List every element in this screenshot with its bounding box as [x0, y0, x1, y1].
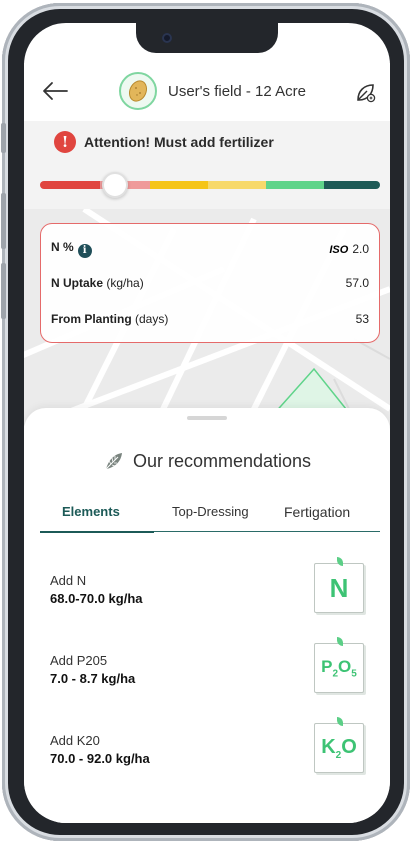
leaf-icon	[337, 637, 343, 646]
recommendations-title: Our recommendations	[132, 450, 312, 471]
back-button[interactable]	[40, 79, 70, 103]
from-planting-value: 53	[355, 312, 369, 326]
app-screen: User's field - 12 Acre ! Attention! Must…	[24, 23, 390, 823]
tab-top-dressing[interactable]: Top-Dressing	[172, 504, 249, 519]
from-planting-label: From Planting	[51, 312, 132, 326]
tab-elements[interactable]: Elements	[62, 504, 120, 519]
app-header: User's field - 12 Acre	[24, 63, 390, 121]
alert-circle-icon: !	[54, 131, 76, 153]
recommendation-item-p2o5[interactable]: Add P205 7.0 - 8.7 kg/ha P2O5	[50, 637, 370, 713]
recommendations-header: Our recommendations	[24, 450, 390, 472]
potash-chip-icon: K2O	[314, 717, 364, 773]
volume-down-button	[1, 263, 6, 319]
n-uptake-label: N Uptake	[51, 276, 104, 290]
rec-label-k2o: Add K20	[50, 733, 100, 748]
sheet-drag-handle[interactable]	[187, 416, 227, 420]
n-percent-value: 2.0	[352, 241, 369, 256]
info-icon[interactable]: i	[77, 243, 92, 258]
recommendation-tabs: Elements Top-Dressing Fertigation	[40, 498, 380, 533]
n-uptake-unit: (kg/ha)	[103, 276, 144, 290]
scale-segment-yellow	[150, 181, 208, 189]
iso-badge: ISO	[329, 243, 349, 256]
status-band: ! Attention! Must add fertilizer	[24, 121, 390, 209]
active-tab-indicator	[40, 530, 154, 533]
rec-label-n: Add N	[50, 573, 87, 588]
from-planting-label-wrap: From Planting (days)	[51, 312, 168, 326]
chip-symbol-n: N	[329, 572, 349, 603]
chip-k-o: O	[341, 735, 357, 758]
volume-up-button	[1, 193, 6, 249]
front-camera	[162, 33, 172, 43]
from-planting-unit: (days)	[131, 312, 169, 326]
scale-segment-red	[40, 181, 100, 189]
recommendation-item-n[interactable]: Add N 68.0-70.0 kg/ha N	[50, 557, 370, 633]
chip-o: O	[338, 656, 352, 676]
info-row-n-uptake: N Uptake (kg/ha) 57.0	[51, 276, 369, 290]
leaf-icon	[337, 557, 343, 566]
chip-symbol-k2o: K2O	[321, 736, 357, 761]
chip-k: K	[321, 735, 336, 758]
rec-label-p2o5: Add P205	[50, 653, 108, 668]
scale-segment-light-yellow	[208, 181, 266, 189]
scale-segment-dark-green	[324, 181, 380, 189]
chip-symbol-p2o5: P2O5	[321, 657, 357, 679]
n-percent-label-wrap: N % i	[51, 240, 92, 258]
nitrogen-chip-icon: N	[314, 557, 364, 613]
leaf-edit-icon	[357, 84, 376, 103]
info-row-n-percent: N % i ISO 2.0	[51, 240, 369, 258]
attention-text: Attention! Must add fertilizer	[84, 134, 274, 150]
notch	[136, 23, 278, 53]
chip-o-sub: 5	[351, 668, 357, 680]
scale-segment-green	[266, 181, 324, 189]
nitrogen-info-card: N % i ISO 2.0 N Uptake (kg/ha) 57.0 From P…	[40, 223, 380, 343]
rec-value-p2o5: 7.0 - 8.7 kg/ha	[50, 671, 136, 686]
n-percent-value-wrap: ISO 2.0	[329, 242, 369, 256]
n-percent-label: N %	[51, 240, 74, 254]
n-uptake-label-wrap: N Uptake (kg/ha)	[51, 276, 144, 290]
rec-value-k2o: 70.0 - 92.0 kg/ha	[50, 751, 150, 766]
potato-icon	[128, 80, 148, 102]
arrow-left-icon	[43, 82, 68, 100]
attention-banner: ! Attention! Must add fertilizer	[54, 131, 274, 153]
phone-frame: User's field - 12 Acre ! Attention! Must…	[1, 3, 410, 841]
chip-p: P	[321, 656, 333, 676]
field-settings-button[interactable]	[354, 81, 378, 105]
mute-switch	[1, 123, 6, 153]
nitrogen-scale	[40, 181, 380, 189]
phosphate-chip-icon: P2O5	[314, 637, 364, 693]
field-title[interactable]: User's field - 12 Acre	[168, 83, 306, 100]
crop-avatar[interactable]	[119, 72, 157, 110]
feather-leaf-icon	[105, 453, 122, 470]
tab-fertigation[interactable]: Fertigation	[284, 504, 350, 520]
leaf-icon	[337, 717, 343, 726]
n-uptake-value: 57.0	[345, 276, 369, 290]
recommendation-item-k2o[interactable]: Add K20 70.0 - 92.0 kg/ha K2O	[50, 717, 370, 793]
rec-value-n: 68.0-70.0 kg/ha	[50, 591, 143, 606]
recommendations-sheet: Our recommendations Elements Top-Dressin…	[24, 408, 390, 823]
info-row-from-planting: From Planting (days) 53	[51, 312, 369, 326]
scale-knob[interactable]	[102, 172, 128, 198]
